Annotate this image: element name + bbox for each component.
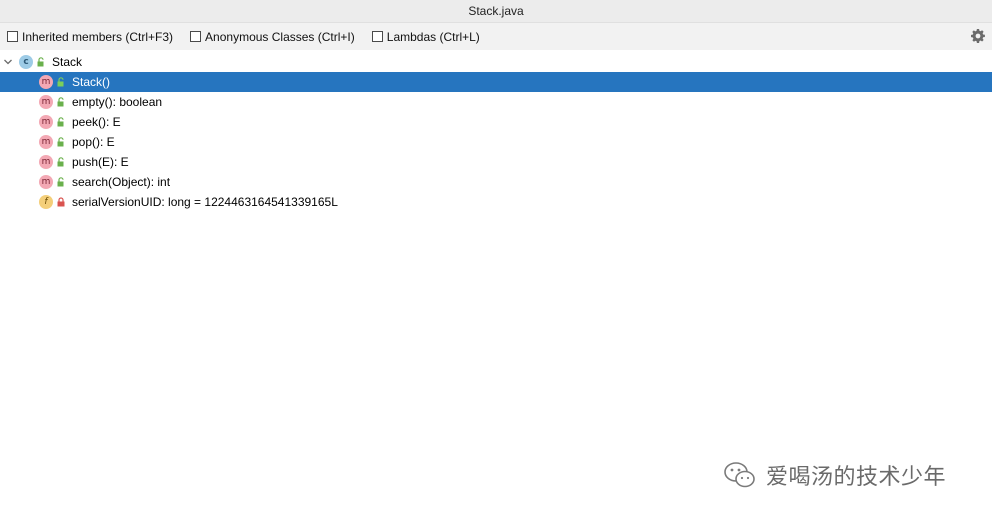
tree-node-label: serialVersionUID: long = 122446316454133… — [72, 195, 338, 209]
tree-node-member[interactable]: m push(E): E — [0, 152, 992, 172]
public-visibility-icon — [57, 77, 64, 87]
method-icon: m — [38, 134, 54, 150]
public-visibility-icon — [57, 137, 64, 147]
public-visibility-icon — [57, 117, 64, 127]
tree-node-label: empty(): boolean — [72, 95, 163, 109]
tree-node-label: peek(): E — [72, 115, 121, 129]
watermark-text: 爱喝汤的技术少年 — [766, 465, 947, 490]
tree-node-label: pop(): E — [72, 135, 115, 149]
watermark: 爱喝汤的技术少年 — [722, 458, 946, 492]
checkbox-box[interactable] — [7, 31, 18, 42]
tree-node-label: push(E): E — [72, 155, 129, 169]
checkbox-label: Inherited members (Ctrl+F3) — [22, 29, 174, 44]
anonymous-classes-checkbox[interactable]: Anonymous Classes (Ctrl+I) — [190, 30, 355, 44]
method-icon: m — [38, 74, 54, 90]
public-visibility-icon — [57, 97, 64, 107]
tree-node-stack-class[interactable]: c Stack — [0, 52, 992, 72]
tree-node-label: search(Object): int — [72, 175, 171, 189]
public-visibility-icon — [57, 157, 64, 167]
checkbox-box[interactable] — [371, 31, 383, 42]
field-icon: f — [38, 194, 54, 210]
inherited-members-checkbox[interactable]: Inherited members (Ctrl+F3) — [7, 30, 173, 44]
tree-node-member[interactable]: f serialVersionUID: long = 1224463164541… — [0, 192, 992, 212]
private-visibility-icon — [57, 197, 65, 207]
tree-node-member[interactable]: m Stack() — [0, 72, 992, 92]
public-visibility-icon — [37, 57, 44, 67]
checkbox-label: Lambdas (Ctrl+L) — [386, 29, 480, 44]
method-icon: m — [38, 94, 54, 110]
window-title: Stack.java — [468, 4, 524, 18]
tree-node-label: Stack() — [72, 75, 111, 89]
tree-node-member[interactable]: m search(Object): int — [0, 172, 992, 192]
gear-icon[interactable] — [970, 28, 986, 44]
tree-node-member[interactable]: m empty(): boolean — [0, 92, 992, 112]
tree-node-label: Stack — [52, 55, 83, 69]
tree-node-member[interactable]: m peek(): E — [0, 112, 992, 132]
method-icon: m — [38, 154, 54, 170]
checkbox-label: Anonymous Classes (Ctrl+I) — [205, 29, 355, 44]
tree-node-member[interactable]: m pop(): E — [0, 132, 992, 152]
structure-toolbar: Inherited members (Ctrl+F3) Anonymous Cl… — [0, 23, 992, 50]
chevron-down-icon[interactable] — [2, 56, 14, 68]
window-titlebar: Stack.java — [0, 0, 992, 23]
checkbox-box[interactable] — [190, 31, 202, 42]
class-icon: c — [18, 54, 34, 70]
wechat-icon — [724, 462, 755, 488]
method-icon: m — [38, 174, 54, 190]
public-visibility-icon — [57, 177, 64, 187]
lambdas-checkbox[interactable]: Lambdas (Ctrl+L) — [371, 29, 480, 44]
method-icon: m — [38, 114, 54, 130]
